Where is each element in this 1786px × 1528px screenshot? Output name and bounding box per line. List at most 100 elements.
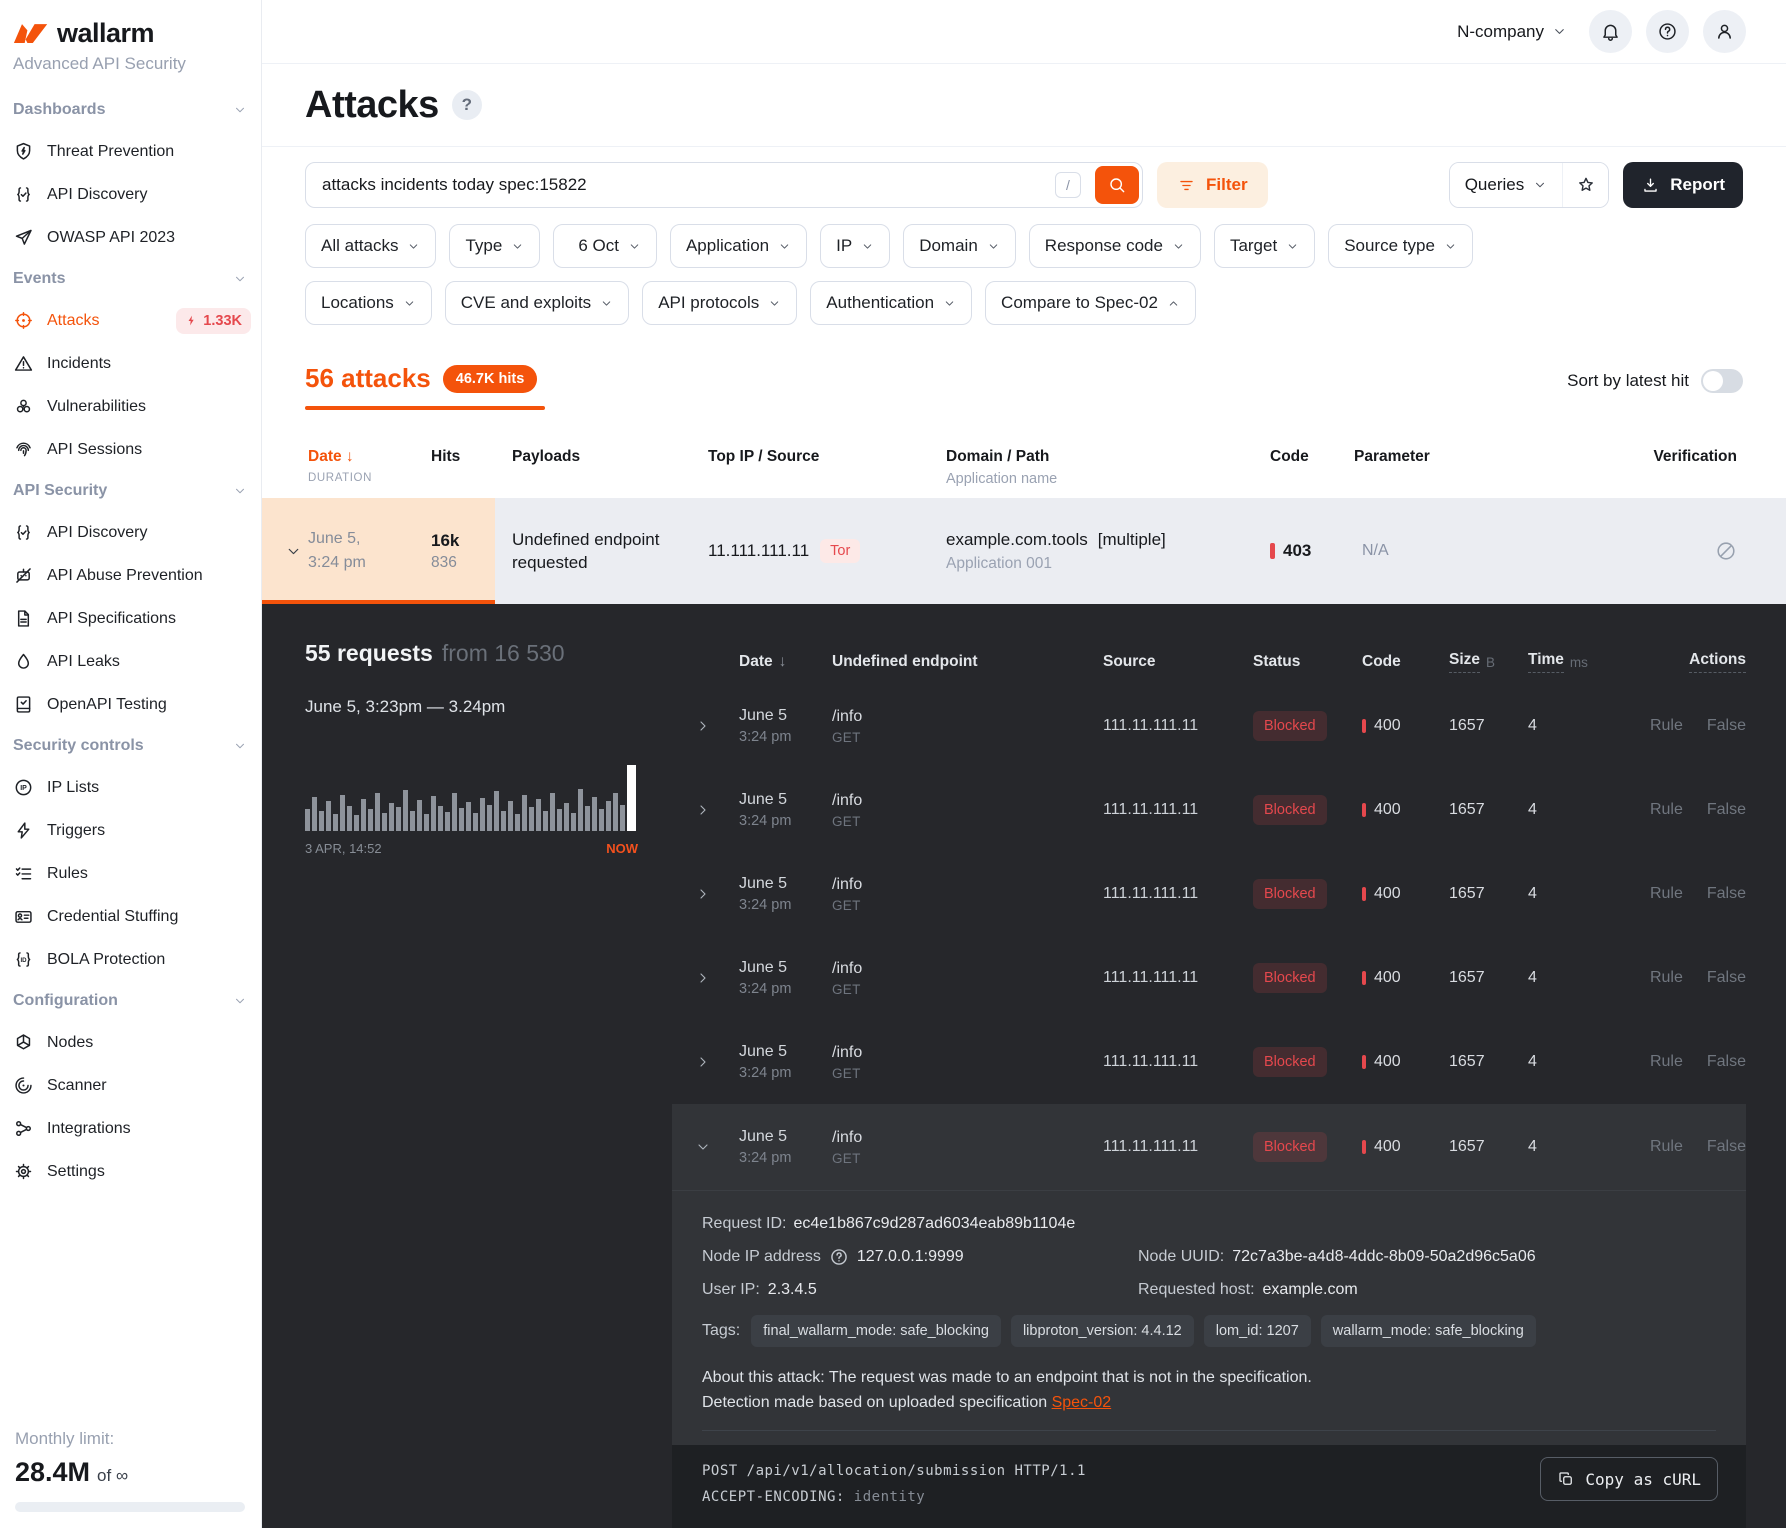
sidebar-item-attacks[interactable]: Attacks1.33K bbox=[0, 299, 261, 342]
false-action[interactable]: False bbox=[1707, 1053, 1746, 1071]
expand-request-icon[interactable] bbox=[695, 718, 739, 734]
col-date[interactable]: Date ↓ DURATION bbox=[308, 448, 431, 484]
col-hits[interactable]: Hits bbox=[431, 448, 512, 466]
company-selector[interactable]: N-company bbox=[1457, 22, 1567, 42]
filter-chip-compare-to-spec-02[interactable]: Compare to Spec-02 bbox=[985, 281, 1196, 325]
copy-as-curl-button[interactable]: Copy as cURL bbox=[1540, 1457, 1718, 1501]
collapse-row-icon[interactable] bbox=[285, 543, 308, 560]
sidebar-item-label: BOLA Protection bbox=[47, 951, 165, 969]
filter-chip-all-attacks[interactable]: All attacks bbox=[305, 224, 436, 268]
sidebar-item-integrations[interactable]: Integrations bbox=[0, 1107, 261, 1150]
rule-action[interactable]: Rule bbox=[1650, 717, 1683, 735]
sidebar-item-incidents[interactable]: Incidents bbox=[0, 342, 261, 385]
expand-request-icon[interactable] bbox=[695, 970, 739, 986]
sidebar-item-triggers[interactable]: Triggers bbox=[0, 809, 261, 852]
filter-chip-ip[interactable]: IP bbox=[820, 224, 890, 268]
sidebar-section-dashboards[interactable]: Dashboards bbox=[0, 90, 261, 130]
false-action[interactable]: False bbox=[1707, 717, 1746, 735]
sidebar-item-threat-prevention[interactable]: Threat Prevention bbox=[0, 130, 261, 173]
rule-action[interactable]: Rule bbox=[1650, 885, 1683, 903]
sidebar-section-api-security[interactable]: API Security bbox=[0, 471, 261, 511]
request-source[interactable]: 111.11.111.11 bbox=[1103, 717, 1253, 735]
sidebar-item-label: API Leaks bbox=[47, 653, 120, 671]
search-input[interactable] bbox=[305, 162, 1143, 208]
expand-request-icon[interactable] bbox=[695, 886, 739, 902]
sidebar-item-owasp-api-2023[interactable]: OWASP API 2023 bbox=[0, 216, 261, 259]
false-action[interactable]: False bbox=[1707, 969, 1746, 987]
false-action[interactable]: False bbox=[1707, 1138, 1746, 1156]
rule-action[interactable]: Rule bbox=[1650, 969, 1683, 987]
filter-chip-application[interactable]: Application bbox=[670, 224, 807, 268]
request-source[interactable]: 111.11.111.11 bbox=[1103, 1138, 1253, 1156]
request-row[interactable]: June 53:24 pm/infoGET111.11.111.11Blocke… bbox=[672, 936, 1746, 1020]
filter-chip-source-type[interactable]: Source type bbox=[1328, 224, 1473, 268]
sidebar-item-openapi-testing[interactable]: OpenAPI Testing bbox=[0, 683, 261, 726]
sidebar-item-scanner[interactable]: Scanner bbox=[0, 1064, 261, 1107]
help-button[interactable] bbox=[1646, 10, 1689, 53]
notifications-button[interactable] bbox=[1589, 10, 1632, 53]
filter-chip-type[interactable]: Type bbox=[449, 224, 540, 268]
filter-chip-target[interactable]: Target bbox=[1214, 224, 1315, 268]
sidebar-item-api-specifications[interactable]: API Specifications bbox=[0, 597, 261, 640]
request-source[interactable]: 111.11.111.11 bbox=[1103, 969, 1253, 987]
sidebar-item-credential-stuffing[interactable]: Credential Stuffing bbox=[0, 895, 261, 938]
request-row[interactable]: June 53:24 pm/infoGET111.11.111.11Blocke… bbox=[672, 1104, 1746, 1190]
request-source[interactable]: 111.11.111.11 bbox=[1103, 885, 1253, 903]
filter-chip-response-code[interactable]: Response code bbox=[1029, 224, 1201, 268]
attack-row[interactable]: June 5, 3:24 pm 16k836 Undefined endpoin… bbox=[262, 498, 1786, 604]
search-button[interactable] bbox=[1095, 166, 1139, 204]
queries-button[interactable]: Queries bbox=[1450, 163, 1563, 207]
sidebar-section-events[interactable]: Events bbox=[0, 259, 261, 299]
requests-histogram[interactable] bbox=[305, 757, 638, 831]
sidebar-item-bola-protection[interactable]: IDBOLA Protection bbox=[0, 938, 261, 981]
sidebar-item-api-leaks[interactable]: API Leaks bbox=[0, 640, 261, 683]
filter-chip-cve-and-exploits[interactable]: CVE and exploits bbox=[445, 281, 629, 325]
request-row[interactable]: June 53:24 pm/infoGET111.11.111.11Blocke… bbox=[672, 1020, 1746, 1104]
page-help-icon[interactable]: ? bbox=[452, 90, 482, 120]
sidebar-section-security-controls[interactable]: Security controls bbox=[0, 726, 261, 766]
expand-request-icon[interactable] bbox=[695, 1054, 739, 1070]
filter-button[interactable]: Filter bbox=[1157, 162, 1268, 208]
sidebar-item-api-discovery[interactable]: API Discovery bbox=[0, 511, 261, 554]
collapse-request-icon[interactable] bbox=[695, 1139, 739, 1155]
account-button[interactable] bbox=[1703, 10, 1746, 53]
chevron-down-icon bbox=[233, 994, 247, 1008]
sidebar-item-api-abuse-prevention[interactable]: API Abuse Prevention bbox=[0, 554, 261, 597]
request-source[interactable]: 111.11.111.11 bbox=[1103, 1053, 1253, 1071]
attack-payload[interactable]: Undefined endpoint requested bbox=[512, 528, 684, 575]
sidebar-item-rules[interactable]: Rules bbox=[0, 852, 261, 895]
filter-chip-domain[interactable]: Domain bbox=[903, 224, 1016, 268]
histogram-bar bbox=[487, 805, 492, 831]
rcol-date[interactable]: Date↓ bbox=[739, 653, 832, 671]
request-row[interactable]: June 53:24 pm/infoGET111.11.111.11Blocke… bbox=[672, 852, 1746, 936]
spec-link[interactable]: Spec-02 bbox=[1052, 1394, 1112, 1411]
request-row[interactable]: June 53:24 pm/infoGET111.11.111.11Blocke… bbox=[672, 684, 1746, 768]
false-action[interactable]: False bbox=[1707, 801, 1746, 819]
sidebar-item-vulnerabilities[interactable]: Vulnerabilities bbox=[0, 385, 261, 428]
favorite-query-button[interactable] bbox=[1562, 163, 1608, 207]
rcol-time[interactable]: Timems bbox=[1528, 651, 1608, 673]
sidebar-section-configuration[interactable]: Configuration bbox=[0, 981, 261, 1021]
rcol-size[interactable]: SizeB bbox=[1449, 651, 1528, 673]
sidebar-item-settings[interactable]: Settings bbox=[0, 1150, 261, 1193]
filter-chip-authentication[interactable]: Authentication bbox=[810, 281, 972, 325]
filter-chip-api-protocols[interactable]: API protocols bbox=[642, 281, 797, 325]
request-row[interactable]: June 53:24 pm/infoGET111.11.111.11Blocke… bbox=[672, 768, 1746, 852]
filter-chip-6-oct[interactable]: 6 Oct bbox=[553, 224, 657, 268]
expand-request-icon[interactable] bbox=[695, 802, 739, 818]
request-source[interactable]: 111.11.111.11 bbox=[1103, 801, 1253, 819]
histogram-bar bbox=[340, 795, 345, 831]
sidebar-item-api-discovery[interactable]: API Discovery bbox=[0, 173, 261, 216]
chevron-down-icon-wrap bbox=[768, 297, 781, 310]
sort-toggle[interactable] bbox=[1701, 369, 1743, 393]
report-button[interactable]: Report bbox=[1623, 162, 1743, 208]
sidebar-item-api-sessions[interactable]: API Sessions bbox=[0, 428, 261, 471]
sidebar-item-nodes[interactable]: Nodes bbox=[0, 1021, 261, 1064]
sidebar-item-ip-lists[interactable]: IPIP Lists bbox=[0, 766, 261, 809]
rule-action[interactable]: Rule bbox=[1650, 1053, 1683, 1071]
node-ip-help-icon[interactable] bbox=[829, 1247, 849, 1267]
rule-action[interactable]: Rule bbox=[1650, 801, 1683, 819]
rule-action[interactable]: Rule bbox=[1650, 1138, 1683, 1156]
filter-chip-locations[interactable]: Locations bbox=[305, 281, 432, 325]
false-action[interactable]: False bbox=[1707, 885, 1746, 903]
